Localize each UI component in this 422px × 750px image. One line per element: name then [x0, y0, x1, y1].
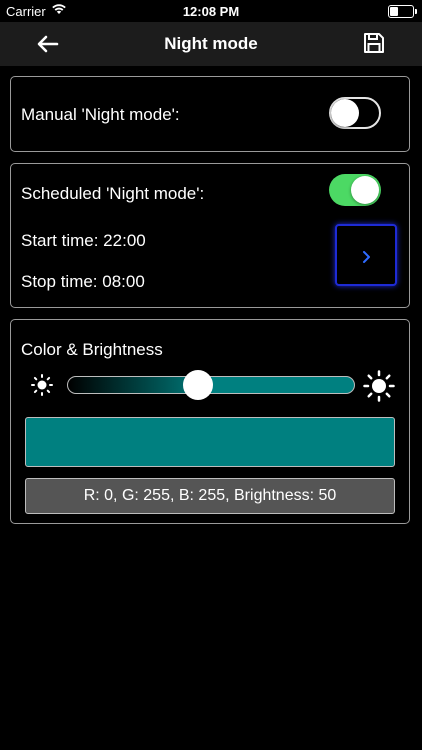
color-readout: R: 0, G: 255, B: 255, Brightness: 50 [25, 478, 395, 514]
brightness-low-icon [31, 374, 53, 401]
schedule-settings-button[interactable] [335, 224, 397, 286]
manual-night-mode-card: Manual 'Night mode': [10, 76, 410, 152]
scheduled-night-mode-card: Scheduled 'Night mode': Start time: 22:0… [10, 163, 410, 308]
scheduled-night-mode-label: Scheduled 'Night mode': [21, 184, 205, 203]
scheduled-night-mode-toggle[interactable] [329, 174, 381, 206]
brightness-high-icon [363, 370, 395, 407]
floppy-disk-icon[interactable] [362, 31, 386, 55]
manual-night-mode-toggle[interactable] [329, 97, 381, 129]
clock: 12:08 PM [182, 4, 240, 19]
color-brightness-label: Color & Brightness [21, 340, 163, 359]
stop-time-label: Stop time: 08:00 [21, 272, 145, 291]
manual-night-mode-label: Manual 'Night mode': [21, 105, 180, 124]
brightness-slider-handle[interactable] [183, 370, 213, 400]
battery-icon [388, 5, 417, 18]
color-preview-swatch[interactable] [25, 417, 395, 467]
color-brightness-card: Color & Brightness R: 0, G: 255, B: 255,… [10, 319, 410, 524]
chevron-right-icon [363, 251, 370, 263]
page-title: Night mode [164, 34, 258, 53]
start-time-label: Start time: 22:00 [21, 231, 146, 250]
navigation-bar: Night mode [0, 22, 422, 66]
status-bar: Carrier 12:08 PM [0, 0, 422, 22]
